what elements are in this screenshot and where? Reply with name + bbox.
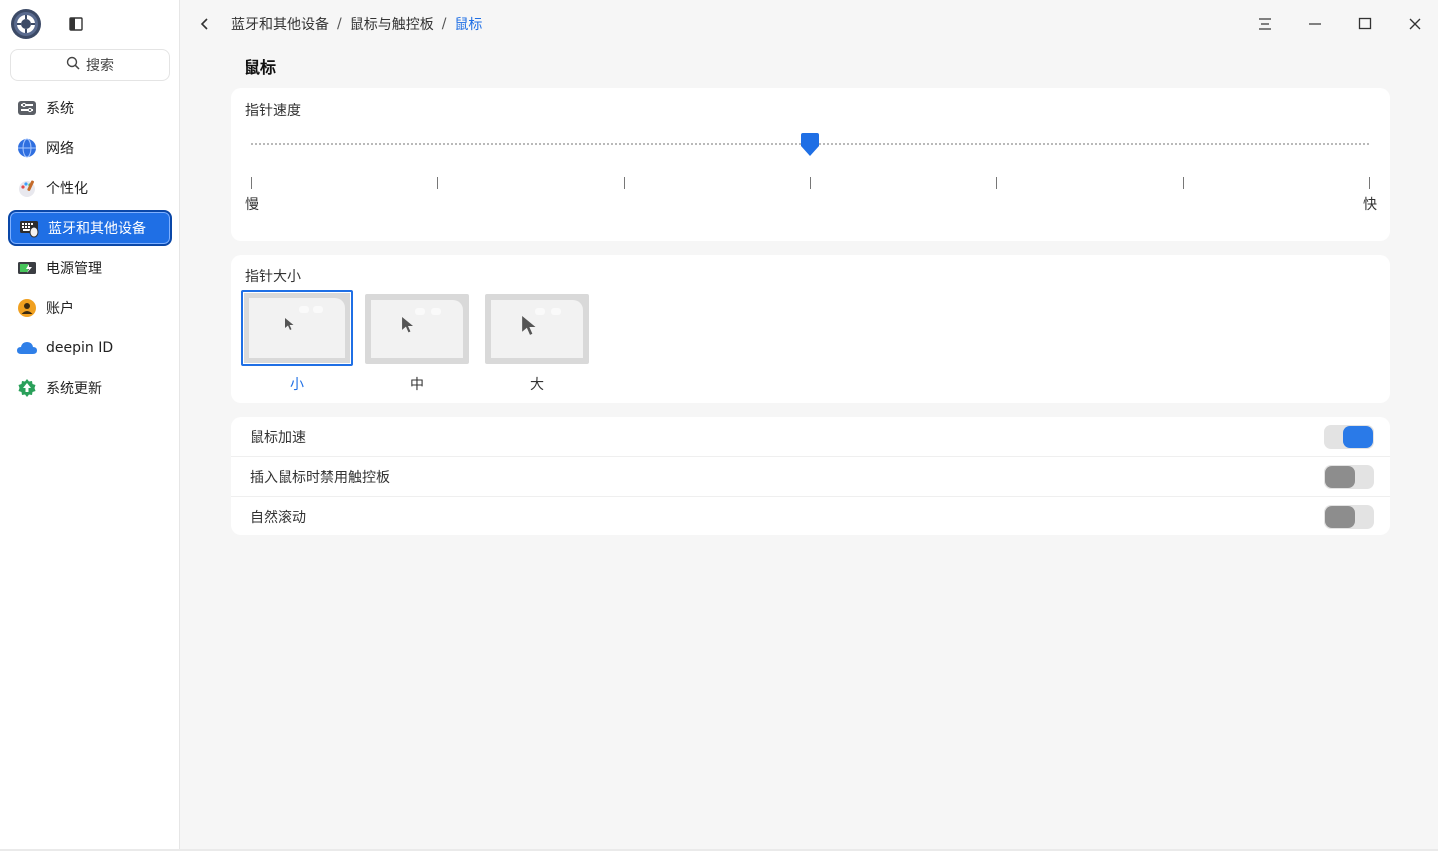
menu-icon[interactable] [1255, 14, 1275, 34]
pointer-speed-max-label: 快 [1363, 197, 1377, 213]
sidebar-nav: 系统 网络 个性化 蓝牙和其他设备 电源管理 账户 deepin ID 系统更新 [8, 90, 172, 410]
sidebar-item-label: deepin ID [46, 340, 114, 356]
pointer-size-option-label: 大 [530, 377, 544, 393]
toggle-label: 鼠标加速 [250, 430, 306, 446]
search-input[interactable]: 搜索 [10, 49, 170, 81]
toggle-label: 插入鼠标时禁用触控板 [250, 469, 390, 486]
pointer-size-preview [365, 294, 469, 364]
toggle-row-disable-touchpad: 插入鼠标时禁用触控板 [231, 456, 1390, 496]
toggle-label: 自然滚动 [250, 509, 306, 526]
pointer-size-card: 指针大小 小 中 大 [231, 255, 1390, 403]
sidebar-item-power[interactable]: 电源管理 [8, 250, 172, 286]
pointer-speed-tick [437, 177, 438, 189]
pointer-speed-tick [624, 177, 625, 189]
maximize-icon[interactable] [1355, 14, 1375, 34]
toggle-row-natural-scrolling: 自然滚动 [231, 496, 1390, 536]
breadcrumb: 蓝牙和其他设备 / 鼠标与触控板 / 鼠标 [231, 14, 482, 34]
pointer-size-option-large[interactable]: 大 [481, 294, 593, 394]
natural-scrolling-switch[interactable] [1324, 505, 1374, 529]
power-icon [16, 257, 38, 279]
breadcrumb-current: 鼠标 [454, 17, 483, 33]
sidebar-item-personalization[interactable]: 个性化 [8, 170, 172, 206]
sidebar-item-label: 个性化 [46, 181, 88, 197]
breadcrumb-item[interactable]: 蓝牙和其他设备 [231, 14, 329, 34]
search-icon [66, 56, 80, 74]
pointer-speed-slider-handle[interactable] [800, 133, 820, 157]
cloud-icon [16, 337, 38, 359]
pointer-speed-card: 指针速度 慢 快 [231, 88, 1390, 241]
page-title: 鼠标 [244, 58, 277, 77]
search-placeholder: 搜索 [86, 58, 114, 74]
close-icon[interactable] [1405, 14, 1425, 34]
sidebar-item-devices[interactable]: 蓝牙和其他设备 [8, 210, 172, 246]
sidebar-item-system[interactable]: 系统 [8, 90, 172, 126]
sidebar-toggle-icon[interactable] [69, 17, 83, 31]
personalization-icon [16, 177, 38, 199]
mouse-acceleration-switch[interactable] [1324, 425, 1374, 449]
sidebar-item-account[interactable]: 账户 [8, 290, 172, 326]
sidebar-item-label: 电源管理 [46, 261, 102, 277]
sidebar-item-network[interactable]: 网络 [8, 130, 172, 166]
devices-icon [18, 217, 40, 239]
pointer-size-preview [241, 290, 353, 366]
pointer-speed-tick [251, 177, 252, 189]
mouse-options-card: 鼠标加速 插入鼠标时禁用触控板 自然滚动 [231, 417, 1390, 535]
sidebar-item-label: 账户 [46, 301, 74, 317]
chevron-left-icon[interactable] [197, 15, 213, 33]
cursor-icon [285, 318, 294, 330]
pointer-speed-tick [1183, 177, 1184, 189]
sidebar-item-label: 系统更新 [46, 381, 102, 397]
settings-window: 搜索 系统 网络 个性化 蓝牙和其他设备 电源管理 账户 deepin ID 系… [0, 0, 1438, 851]
pointer-size-option-medium[interactable]: 中 [361, 294, 473, 394]
breadcrumb-item[interactable]: 鼠标与触控板 [350, 14, 434, 34]
pointer-speed-label: 指针速度 [245, 103, 301, 119]
update-icon [16, 377, 38, 399]
pointer-speed-tick [810, 177, 811, 189]
disable-touchpad-switch[interactable] [1324, 465, 1374, 489]
sidebar-item-deepin-id[interactable]: deepin ID [8, 330, 172, 366]
account-icon [16, 297, 38, 319]
settings-logo-icon [10, 8, 42, 40]
sidebar-item-label: 系统 [46, 101, 74, 117]
minimize-icon[interactable] [1305, 14, 1325, 34]
pointer-speed-tick [996, 177, 997, 189]
pointer-size-option-label: 小 [290, 377, 304, 393]
network-icon [16, 137, 38, 159]
pointer-size-label: 指针大小 [245, 269, 301, 285]
breadcrumb-separator: / [337, 16, 342, 32]
titlebar: 蓝牙和其他设备 / 鼠标与触控板 / 鼠标 [181, 0, 1438, 48]
pointer-speed-min-label: 慢 [245, 197, 259, 213]
pointer-speed-tick [1369, 177, 1370, 189]
pointer-size-option-label: 中 [410, 377, 424, 393]
sidebar-item-update[interactable]: 系统更新 [8, 370, 172, 406]
cursor-icon [522, 316, 536, 335]
sidebar-item-label: 蓝牙和其他设备 [48, 221, 146, 237]
toggle-row-mouse-acceleration: 鼠标加速 [231, 417, 1390, 457]
sidebar: 搜索 系统 网络 个性化 蓝牙和其他设备 电源管理 账户 deepin ID 系… [0, 0, 180, 851]
breadcrumb-separator: / [441, 16, 447, 32]
system-icon [16, 97, 38, 119]
pointer-size-option-small[interactable]: 小 [241, 290, 353, 394]
sidebar-item-label: 网络 [46, 141, 74, 157]
cursor-icon [402, 317, 413, 333]
pointer-size-preview [485, 294, 589, 364]
